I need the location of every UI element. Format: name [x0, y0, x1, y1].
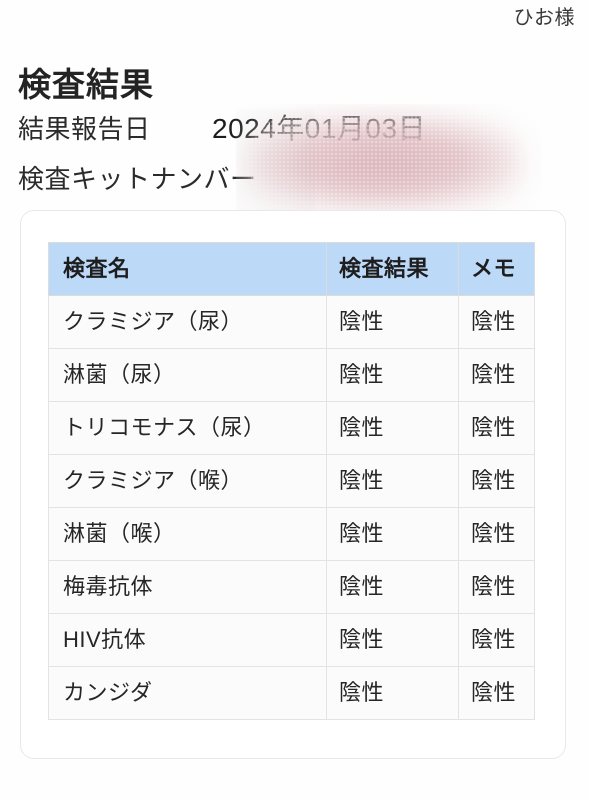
table-row: カンジダ 陰性 陰性 — [48, 666, 535, 720]
cell-memo: 陰性 — [458, 401, 535, 455]
column-header-test-name: 検査名 — [48, 242, 327, 296]
cell-test-name: HIV抗体 — [48, 613, 327, 667]
cell-test-result: 陰性 — [326, 401, 459, 455]
report-date-row: 結果報告日 2024年01月03日 — [18, 110, 573, 160]
cell-test-result: 陰性 — [326, 560, 459, 614]
cell-test-result: 陰性 — [326, 507, 459, 561]
page-title: 検査結果 — [18, 66, 154, 104]
cell-memo: 陰性 — [458, 507, 535, 561]
kit-number-row: 検査キットナンバー — [18, 160, 573, 210]
report-date-label: 結果報告日 — [18, 114, 151, 144]
cell-memo: 陰性 — [458, 560, 535, 614]
customer-name: ひお様 — [513, 7, 575, 29]
table-row: 淋菌（尿） 陰性 陰性 — [48, 348, 535, 402]
results-table: 検査名 検査結果 メモ クラミジア（尿） 陰性 陰性 淋菌（尿） 陰性 陰性 ト… — [48, 242, 535, 720]
cell-test-name: 淋菌（喉） — [48, 507, 327, 561]
cell-memo: 陰性 — [458, 613, 535, 667]
cell-test-name: 淋菌（尿） — [48, 348, 327, 402]
cell-test-result: 陰性 — [326, 454, 459, 508]
table-row: HIV抗体 陰性 陰性 — [48, 613, 535, 667]
cell-memo: 陰性 — [458, 295, 535, 349]
table-header-row: 検査名 検査結果 メモ — [48, 242, 535, 296]
cell-test-result: 陰性 — [326, 295, 459, 349]
results-card: 検査名 検査結果 メモ クラミジア（尿） 陰性 陰性 淋菌（尿） 陰性 陰性 ト… — [20, 210, 566, 759]
table-row: トリコモナス（尿） 陰性 陰性 — [48, 401, 535, 455]
column-header-test-result: 検査結果 — [326, 242, 459, 296]
table-row: 淋菌（喉） 陰性 陰性 — [48, 507, 535, 561]
cell-test-result: 陰性 — [326, 666, 459, 720]
table-row: クラミジア（喉） 陰性 陰性 — [48, 454, 535, 508]
cell-test-result: 陰性 — [326, 348, 459, 402]
cell-test-name: トリコモナス（尿） — [48, 401, 327, 455]
column-header-memo: メモ — [458, 242, 535, 296]
report-date-value: 2024年01月03日 — [212, 113, 427, 144]
cell-test-name: クラミジア（喉） — [48, 454, 327, 508]
results-page: ひお様 検査結果 結果報告日 2024年01月03日 検査キットナンバー 検査名… — [0, 0, 589, 800]
cell-memo: 陰性 — [458, 666, 535, 720]
cell-test-name: 梅毒抗体 — [48, 560, 327, 614]
kit-number-label: 検査キットナンバー — [18, 164, 257, 194]
cell-memo: 陰性 — [458, 348, 535, 402]
cell-test-result: 陰性 — [326, 613, 459, 667]
cell-memo: 陰性 — [458, 454, 535, 508]
table-row: クラミジア（尿） 陰性 陰性 — [48, 295, 535, 349]
report-info-block: 結果報告日 2024年01月03日 検査キットナンバー — [18, 110, 573, 210]
cell-test-name: カンジダ — [48, 666, 327, 720]
cell-test-name: クラミジア（尿） — [48, 295, 327, 349]
table-row: 梅毒抗体 陰性 陰性 — [48, 560, 535, 614]
results-table-body: クラミジア（尿） 陰性 陰性 淋菌（尿） 陰性 陰性 トリコモナス（尿） 陰性 … — [48, 295, 535, 720]
